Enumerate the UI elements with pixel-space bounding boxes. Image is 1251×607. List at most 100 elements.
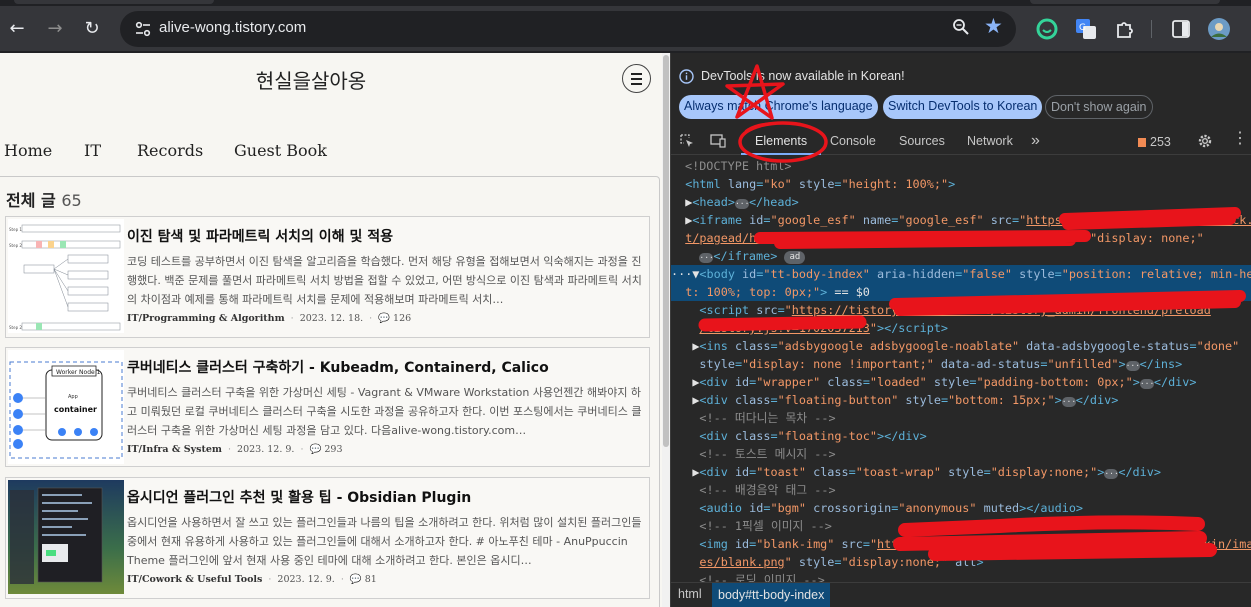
dom-line[interactable]: <html lang="ko" style="height: 100%;">	[671, 175, 1251, 193]
dom-line[interactable]: style="display: none !important;" data-a…	[671, 355, 1251, 373]
address-bar[interactable]: alive-wong.tistory.com ★	[120, 11, 1016, 47]
post-card[interactable]: Step 1 Step 2 Step 2 이진 탐색 및 파라메트릭 서치의 이…	[5, 216, 650, 338]
web-page: 현실을살아옹 Home IT Records Guest Book 전체 글 6…	[0, 53, 670, 607]
comment-count: 81	[364, 574, 377, 585]
always-match-language-button[interactable]: Always match Chrome's language	[679, 95, 878, 119]
post-date: 2023. 12. 9.	[237, 444, 295, 455]
forward-arrow-icon[interactable]: →	[42, 16, 68, 42]
post-thumbnail[interactable]: Step 1 Step 2 Step 2	[8, 219, 124, 333]
post-card[interactable]: Worker Node 1 App container 쿠버네티스 클러스터 구…	[5, 347, 650, 467]
post-excerpt: 코딩 테스트를 공부하면서 이진 탐색을 알고리즘을 학습했다. 먼저 해당 유…	[127, 255, 642, 306]
blog-title[interactable]: 현실을살아옹	[0, 65, 622, 94]
comment-icon: 💬	[378, 313, 391, 324]
post-excerpt: 옵시디언을 사용하면서 잘 쓰고 있는 플러그인들과 나름의 팁을 소개하려고 …	[127, 516, 642, 567]
post-thumbnail[interactable]: Worker Node 1 App container	[8, 350, 124, 464]
kebab-menu-icon[interactable]: ⋮	[1232, 125, 1248, 153]
post-category[interactable]: IT/Cowork & Useful Tools	[127, 574, 262, 585]
dont-show-again-button[interactable]: Don't show again	[1045, 95, 1153, 119]
comment-count: 293	[324, 444, 343, 455]
svg-text:Step 1: Step 1	[9, 227, 22, 232]
dom-line-selected[interactable]: t: 100%; top: 0px;"> == $0	[671, 283, 1251, 302]
settings-gear-icon[interactable]	[1197, 133, 1213, 149]
breadcrumb-body[interactable]: body#tt-body-index	[712, 583, 831, 607]
all-posts-heading: 전체 글 65	[6, 191, 82, 210]
post-title[interactable]: 이진 탐색 및 파라메트릭 서치의 이해 및 적용	[127, 226, 393, 246]
active-tab-indicator	[741, 153, 821, 155]
post-date: 2023. 12. 18.	[299, 313, 364, 324]
comment-icon: 💬	[309, 444, 322, 455]
device-toolbar-icon[interactable]	[710, 134, 726, 148]
post-thumbnail[interactable]	[8, 480, 124, 594]
post-list: 전체 글 65 Step 1 Step 2 Step 2 이진 탐색 및 파라메…	[0, 176, 660, 607]
dom-line[interactable]: <div class="floating-toc"></div>	[671, 427, 1251, 445]
more-tabs-icon[interactable]: »	[1031, 127, 1040, 155]
extension-green-icon[interactable]	[1036, 18, 1058, 40]
dom-line[interactable]: ▶<div id="toast" class="toast-wrap" styl…	[671, 463, 1251, 481]
comment-count: 126	[393, 313, 412, 324]
dom-line-selected[interactable]: ···▼<body id="tt-body-index" aria-hidden…	[671, 265, 1251, 284]
dom-line[interactable]: es/blank.png" style="display:none;" alt>	[671, 553, 1251, 571]
back-arrow-icon[interactable]: ←	[4, 16, 30, 42]
dom-line[interactable]: /tistory.js?v=1702037213"></script>	[671, 319, 1251, 337]
devtools-tabbar: Elements Console Sources Network » 253 ⋮	[671, 127, 1251, 155]
dom-line[interactable]: t/pagead/html/r20231213/r20190131/zrt_lo…	[671, 229, 1251, 247]
dom-line[interactable]: <!-- 토스트 메시지 -->	[671, 445, 1251, 463]
dom-line[interactable]: ···</iframe> ad	[671, 247, 1251, 265]
comment-icon: 💬	[349, 574, 362, 585]
translate-icon[interactable]: G	[1075, 18, 1097, 40]
menu-button[interactable]	[622, 64, 651, 93]
language-infobar: DevTools is now available in Korean! Alw…	[671, 53, 1251, 126]
tab-console[interactable]: Console	[830, 127, 876, 155]
extensions-puzzle-icon[interactable]	[1114, 18, 1136, 40]
nav-it[interactable]: IT	[84, 141, 101, 160]
post-count: 65	[61, 191, 82, 210]
tab-elements[interactable]: Elements	[755, 127, 807, 155]
post-excerpt: 쿠버네티스 클러스터 구축을 위한 가상머신 세팅 - Vagrant & VM…	[127, 386, 642, 437]
issues-counter[interactable]: 253	[1138, 135, 1171, 149]
issue-flag-icon	[1138, 138, 1146, 147]
dom-line[interactable]: ▶<div class="floating-button" style="bot…	[671, 391, 1251, 409]
svg-text:Step 2: Step 2	[9, 325, 22, 330]
bookmark-star-icon[interactable]: ★	[984, 14, 1003, 38]
dom-line[interactable]: <!-- 배경음악 태그 -->	[671, 481, 1251, 499]
tab-network[interactable]: Network	[967, 127, 1013, 155]
dom-line[interactable]: ▶<ins class="adsbygoogle adsbygoogle-noa…	[671, 337, 1251, 355]
nav-guest-book[interactable]: Guest Book	[234, 141, 327, 160]
dom-tree: <!DOCTYPE html> <html lang="ko" style="h…	[671, 157, 1251, 583]
side-panel-icon[interactable]	[1170, 18, 1192, 40]
reload-icon[interactable]: ↻	[79, 16, 105, 42]
site-settings-icon[interactable]	[134, 20, 152, 38]
profile-avatar-icon[interactable]	[1207, 17, 1231, 41]
post-category[interactable]: IT/Infra & System	[127, 444, 222, 455]
nav-records[interactable]: Records	[137, 141, 203, 160]
dom-line[interactable]: <!-- 1픽셀 이미지 -->	[671, 517, 1251, 535]
container-label: container	[54, 405, 97, 414]
post-meta: IT/Infra & System · 2023. 12. 9. · 💬 293	[127, 444, 343, 455]
browser-toolbar: ← → ↻ alive-wong.tistory.com ★ G	[0, 6, 1251, 52]
post-title[interactable]: 옵시디언 플러그인 추천 및 활용 팁 - Obsidian Plugin	[127, 487, 471, 507]
dom-line[interactable]: <!-- 떠다니는 목차 -->	[671, 409, 1251, 427]
dom-line[interactable]: <img id="blank-img" src="https://tistory…	[671, 535, 1251, 553]
post-card[interactable]: 옵시디언 플러그인 추천 및 활용 팁 - Obsidian Plugin 옵시…	[5, 477, 650, 599]
post-title[interactable]: 쿠버네티스 클러스터 구축하기 - Kubeadm, Containerd, C…	[127, 357, 549, 377]
info-icon	[679, 69, 694, 84]
post-date: 2023. 12. 9.	[277, 574, 335, 585]
post-meta: IT/Programming & Algorithm · 2023. 12. 18.…	[127, 313, 412, 324]
page-scrollbar[interactable]	[662, 53, 670, 607]
app-label: App	[68, 394, 78, 400]
breadcrumb-html[interactable]: html	[678, 587, 702, 601]
post-category[interactable]: IT/Programming & Algorithm	[127, 313, 285, 324]
zoom-icon[interactable]	[952, 18, 970, 36]
nav-home[interactable]: Home	[4, 141, 52, 160]
dom-line[interactable]: <script src="https://tistory1.daumcdn.ne…	[671, 301, 1251, 319]
url-text: alive-wong.tistory.com	[159, 19, 307, 36]
inspect-element-icon[interactable]	[680, 134, 694, 148]
dom-line[interactable]: <!DOCTYPE html>	[671, 157, 1251, 175]
dom-line[interactable]: ▶<iframe id="google_esf" name="google_es…	[671, 211, 1251, 229]
dom-line[interactable]: <audio id="bgm" crossorigin="anonymous" …	[671, 499, 1251, 517]
dom-breadcrumb: html body#tt-body-index	[671, 582, 1251, 607]
tab-sources[interactable]: Sources	[899, 127, 945, 155]
dom-line[interactable]: ▶<div id="wrapper" class="loaded" style=…	[671, 373, 1251, 391]
switch-to-korean-button[interactable]: Switch DevTools to Korean	[883, 95, 1043, 119]
dom-line[interactable]: ▶<head>···</head>	[671, 193, 1251, 211]
